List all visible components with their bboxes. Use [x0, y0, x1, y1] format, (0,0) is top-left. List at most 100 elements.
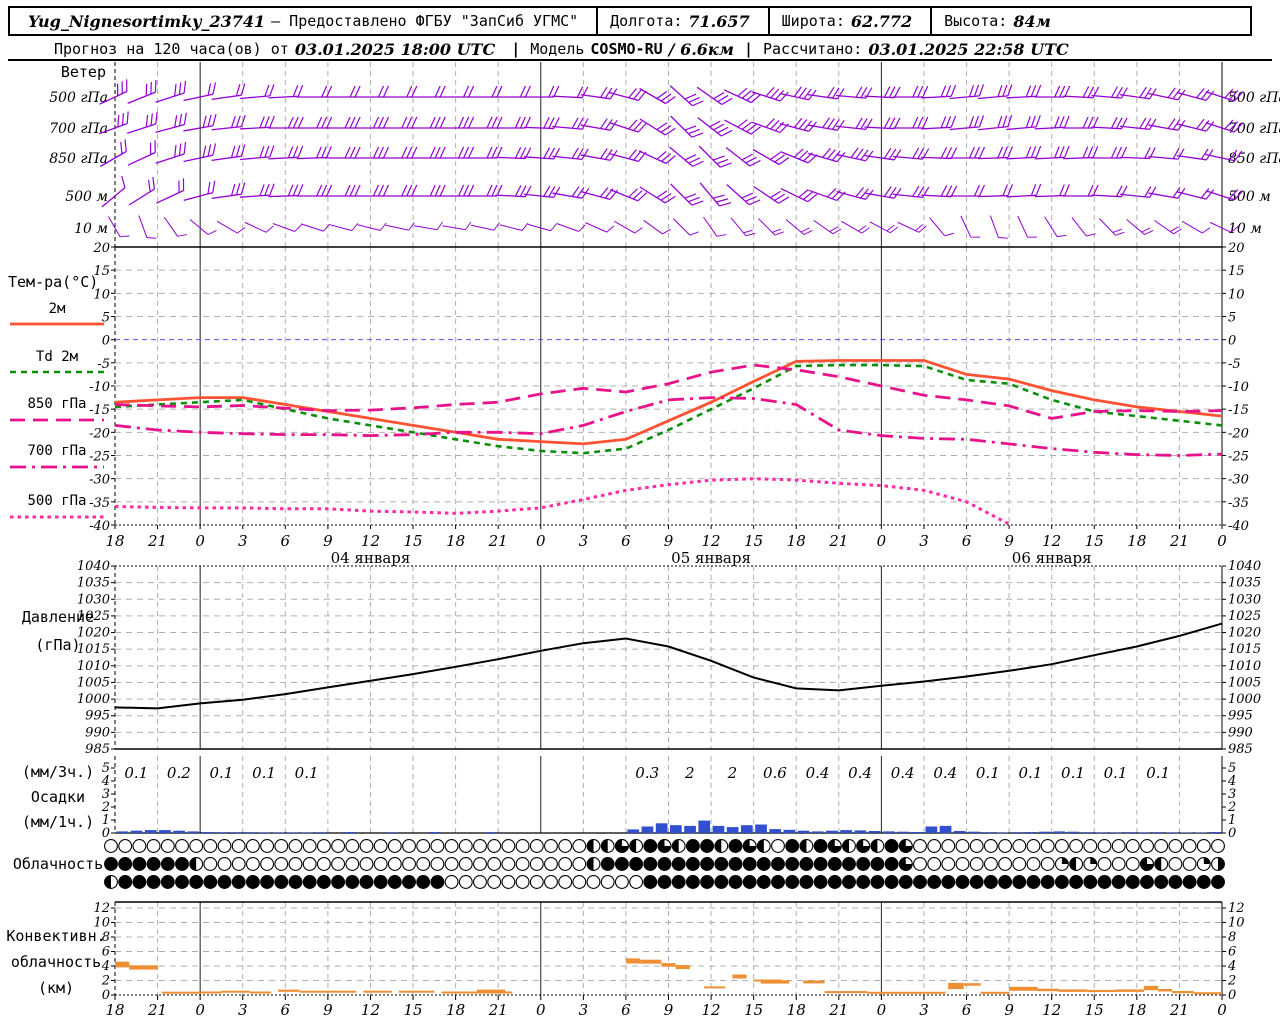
wind-barb	[414, 221, 443, 231]
cloud-circle	[1083, 875, 1098, 889]
svg-text:0: 0	[536, 1001, 546, 1019]
cloud-circle	[217, 839, 232, 853]
wind-barb	[753, 185, 790, 204]
cloud-circle	[416, 875, 431, 889]
cloud-circle	[373, 857, 388, 871]
cloud-circle	[288, 875, 303, 889]
wind-barb	[381, 146, 418, 159]
cloud-circle	[430, 857, 445, 871]
svg-text:0.1: 0.1	[124, 764, 148, 782]
precip-bar	[1081, 832, 1094, 833]
svg-text:6: 6	[1228, 945, 1236, 960]
svg-text:1035: 1035	[77, 576, 110, 591]
wind-barb	[183, 143, 217, 163]
svg-text:0.1: 0.1	[295, 764, 319, 782]
svg-text:985: 985	[1228, 742, 1253, 757]
cloud-circle	[373, 839, 388, 853]
cloud-circle	[245, 857, 260, 871]
cloud-circle	[104, 839, 118, 853]
svg-text:1030: 1030	[77, 592, 110, 607]
svg-text:850 гПа: 850 гПа	[27, 396, 86, 412]
cloud-circle	[856, 857, 871, 871]
temperature-legend-title: Тем-ра(°C)	[8, 273, 98, 291]
convective-bar	[1037, 988, 1059, 992]
svg-text:0.3: 0.3	[635, 764, 659, 782]
svg-text:12: 12	[361, 1001, 380, 1019]
cloud-circle	[515, 839, 530, 853]
precip-bar	[670, 825, 682, 833]
svg-text:0: 0	[1217, 1001, 1227, 1019]
wind-title: Ветер	[61, 63, 106, 81]
precip-bar	[811, 831, 824, 833]
cloud-circle	[501, 875, 516, 889]
cloud-circle	[700, 857, 715, 871]
cloud-circle	[1069, 875, 1084, 889]
cloud-circle	[643, 857, 658, 871]
cloud-circle	[671, 857, 686, 871]
wind-barb	[977, 146, 1014, 160]
cloud-circle	[827, 875, 842, 889]
cloud-circle	[827, 857, 842, 871]
cloud-circle	[501, 857, 516, 871]
cloud-circle	[728, 839, 743, 853]
cloud-circle	[487, 839, 502, 853]
svg-text:Td 2м: Td 2м	[36, 349, 79, 365]
convective-bar	[299, 990, 357, 993]
pressure-section: 1040 10401035 10351030 10301025 10251020 1020…	[22, 559, 1261, 757]
wind-barb	[1181, 220, 1211, 234]
cloud-circle	[983, 839, 998, 853]
cloud-circle	[969, 839, 984, 853]
cloud-circle	[1111, 839, 1126, 853]
cloud-circle	[331, 857, 346, 871]
wind-barb	[556, 222, 586, 232]
svg-text:12: 12	[702, 532, 721, 550]
wind-barb	[523, 147, 561, 160]
cloud-circle	[643, 875, 658, 889]
wind-barb	[836, 147, 874, 162]
svg-text:0: 0	[1228, 826, 1236, 841]
svg-text:10: 10	[1228, 916, 1245, 931]
cloud-circle	[870, 875, 885, 889]
cloud-circle	[118, 875, 133, 889]
wind-barb	[1148, 147, 1185, 160]
cloud-circle	[132, 839, 147, 853]
svg-text:-40: -40	[1228, 519, 1249, 534]
wind-barb	[779, 117, 817, 132]
wind-barb	[751, 87, 789, 102]
precip-bar	[301, 832, 313, 834]
svg-text:20: 20	[92, 241, 110, 256]
precipitation-section: 5 54 43 32 21 10 0(мм/3ч.)Осадки(мм/1ч.)0.1 0.2…	[22, 756, 1236, 841]
precip-bar	[286, 832, 299, 834]
convective-bar	[1158, 989, 1173, 992]
precip-bar	[1195, 832, 1207, 833]
precip-bar	[641, 826, 654, 833]
svg-text:9: 9	[323, 1001, 333, 1019]
cloud-circle	[416, 839, 431, 853]
cloud-circle	[1211, 839, 1225, 853]
cloud-circle	[1012, 875, 1027, 889]
precip-bar	[1166, 832, 1179, 834]
cloud-circle	[558, 839, 573, 853]
cloud-circle	[1097, 839, 1112, 853]
cloud-circle	[600, 857, 615, 871]
meteogram-chart: Ветер 500 гПа 500 гПа 700 гПа 700 гПа 850 гПа…	[6, 59, 1280, 1019]
wind-barb	[670, 183, 704, 206]
svg-text:0: 0	[877, 532, 887, 550]
precip-label: (мм/3ч.)	[22, 763, 94, 781]
cloud-circle	[842, 857, 856, 871]
precip-bar	[854, 830, 867, 833]
wind-barb	[357, 222, 387, 231]
cloud-circle	[700, 875, 715, 889]
cloud-circle	[614, 875, 629, 889]
convective-bar	[803, 980, 825, 984]
cloud-circle	[657, 857, 672, 871]
wind-barb	[239, 183, 275, 198]
cloud-circle	[756, 875, 771, 889]
wind-barb	[381, 116, 418, 129]
wind-barb	[381, 184, 418, 197]
svg-text:1010: 1010	[77, 659, 110, 674]
convective-bar	[675, 965, 690, 970]
precip-bar	[755, 824, 767, 833]
svg-text:18: 18	[105, 1001, 124, 1019]
wind-barb	[977, 184, 1014, 198]
